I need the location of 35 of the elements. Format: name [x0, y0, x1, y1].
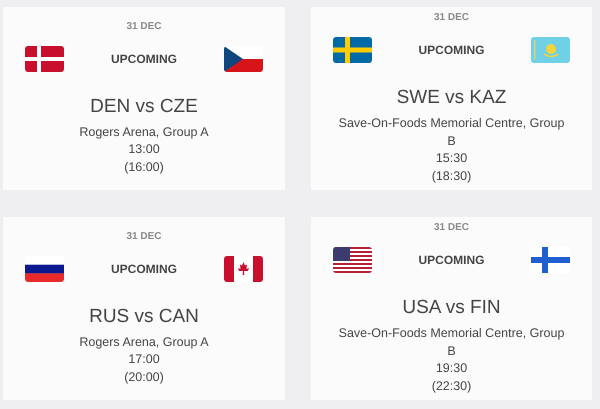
- match-date: 31 DEC: [126, 20, 162, 32]
- sweden-flag-icon: [333, 37, 372, 63]
- match-date: 31 DEC: [434, 222, 469, 233]
- venue-label: Rogers Arena, Group A: [79, 334, 209, 351]
- venue-label: Rogers Arena, Group A: [79, 124, 209, 141]
- match-title: RUS vs CAN: [89, 306, 199, 328]
- venue-label: Save-On-Foods Memorial Centre, Group B: [338, 115, 566, 150]
- match-time: 15:30: [436, 150, 468, 167]
- match-time: 13:00: [128, 141, 160, 158]
- match-card[interactable]: 31 DEC UPCOMING SWE vs KAZ Save-On-Foods Memorial Centre, Group B 15:30 (18:30): [311, 7, 592, 190]
- match-title: SWE vs KAZ: [396, 87, 506, 109]
- local-time: (20:00): [124, 368, 164, 386]
- match-date: 31 DEC: [126, 230, 162, 242]
- match-date: 31 DEC: [434, 12, 469, 23]
- local-time: (18:30): [432, 168, 472, 185]
- usa-flag-icon: [333, 247, 372, 273]
- match-time: 17:00: [128, 351, 160, 368]
- match-title: DEN vs CZE: [90, 96, 198, 118]
- match-card[interactable]: 31 DEC UPCOMING USA vs FIN Save-On-Foods Memorial Centre, Group B 19:30 (22:30): [311, 217, 592, 400]
- canada-flag-icon: [224, 256, 263, 282]
- match-status: UPCOMING: [418, 253, 484, 267]
- match-status: UPCOMING: [418, 43, 484, 57]
- finland-flag-icon: [531, 247, 570, 273]
- match-title: USA vs FIN: [402, 297, 501, 319]
- match-card[interactable]: 31 DEC UPCOMING RUS vs CAN Rogers Arena, Group A 17:00 (20:00): [3, 217, 285, 400]
- czech-flag-icon: [224, 46, 263, 72]
- match-time: 19:30: [436, 360, 468, 377]
- venue-label: Save-On-Foods Memorial Centre, Group B: [338, 325, 566, 360]
- match-card[interactable]: 31 DEC UPCOMING DEN vs CZE Rogers Arena, Group A 13:00 (16:00): [3, 7, 285, 190]
- match-status: UPCOMING: [111, 262, 177, 276]
- denmark-flag-icon: [25, 46, 64, 72]
- local-time: (16:00): [124, 158, 164, 176]
- match-status: UPCOMING: [111, 52, 177, 66]
- local-time: (22:30): [432, 378, 472, 395]
- kazakhstan-flag-icon: [531, 37, 570, 63]
